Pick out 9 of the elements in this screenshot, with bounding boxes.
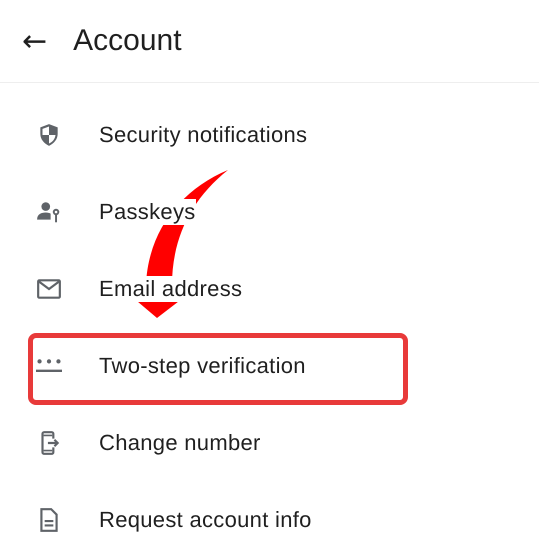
back-button[interactable]: ← [18, 24, 52, 58]
settings-item[interactable]: Request account info [0, 481, 539, 544]
password-icon [36, 359, 62, 372]
settings-item[interactable]: Passkeys [0, 173, 539, 250]
settings-item[interactable]: Change number [0, 404, 539, 481]
settings-item[interactable]: Two-step verification [0, 327, 539, 404]
settings-item[interactable]: Security notifications [0, 96, 539, 173]
settings-item[interactable]: Email address [0, 250, 539, 327]
screen-title: Account [73, 24, 182, 58]
